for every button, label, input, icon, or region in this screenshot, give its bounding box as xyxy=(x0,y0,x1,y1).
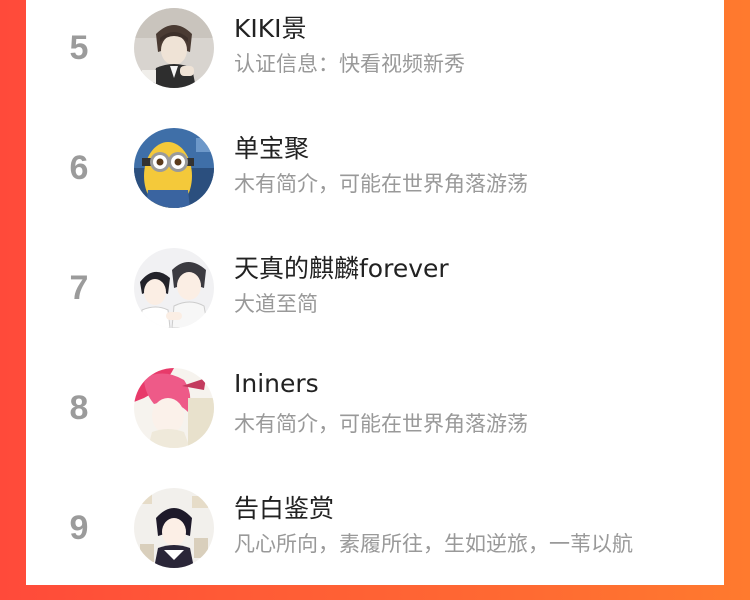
rank-number: 6 xyxy=(69,149,89,187)
ranking-list-panel: 5 KIKI景 认证信息：快看视频新秀 6 单宝聚 木有简介，可能在世界角落游荡… xyxy=(26,0,724,585)
rank-number: 5 xyxy=(69,29,89,67)
user-description: 认证信息：快看视频新秀 xyxy=(234,52,465,76)
avatar-dark-hair-boy-icon[interactable] xyxy=(134,488,214,568)
rank-number: 7 xyxy=(69,269,89,307)
user-name[interactable]: 告白鉴赏 xyxy=(234,489,334,525)
user-description: 木有简介，可能在世界角落游荡 xyxy=(234,412,528,436)
avatar-boy-sketch-icon[interactable] xyxy=(134,8,214,88)
avatar-minion-icon[interactable] xyxy=(134,128,214,208)
ranking-row[interactable]: 8 Ininers 木有简介，可能在世界角落游荡 xyxy=(26,360,724,480)
ranking-row[interactable]: 6 单宝聚 木有简介，可能在世界角落游荡 xyxy=(26,120,724,240)
avatar-pink-hair-icon[interactable] xyxy=(134,368,214,448)
user-description: 大道至简 xyxy=(234,292,318,316)
user-name[interactable]: 单宝聚 xyxy=(234,129,309,165)
user-name[interactable]: KIKI景 xyxy=(234,9,307,45)
rank-number: 8 xyxy=(69,389,89,427)
rank-number: 9 xyxy=(69,509,89,547)
avatar-two-boys-icon[interactable] xyxy=(134,248,214,328)
user-name[interactable]: Ininers xyxy=(234,369,319,398)
user-description: 凡心所向，素履所往，生如逆旅，一苇以航 xyxy=(234,532,633,556)
user-name[interactable]: 天真的麒麟forever xyxy=(234,249,449,285)
ranking-row[interactable]: 7 天真的麒麟forever 大道至简 xyxy=(26,240,724,360)
ranking-row[interactable]: 9 告白鉴赏 凡心所向，素履所往，生如逆旅，一苇以航 xyxy=(26,480,724,600)
ranking-row[interactable]: 5 KIKI景 认证信息：快看视频新秀 xyxy=(26,0,724,120)
user-description: 木有简介，可能在世界角落游荡 xyxy=(234,172,528,196)
